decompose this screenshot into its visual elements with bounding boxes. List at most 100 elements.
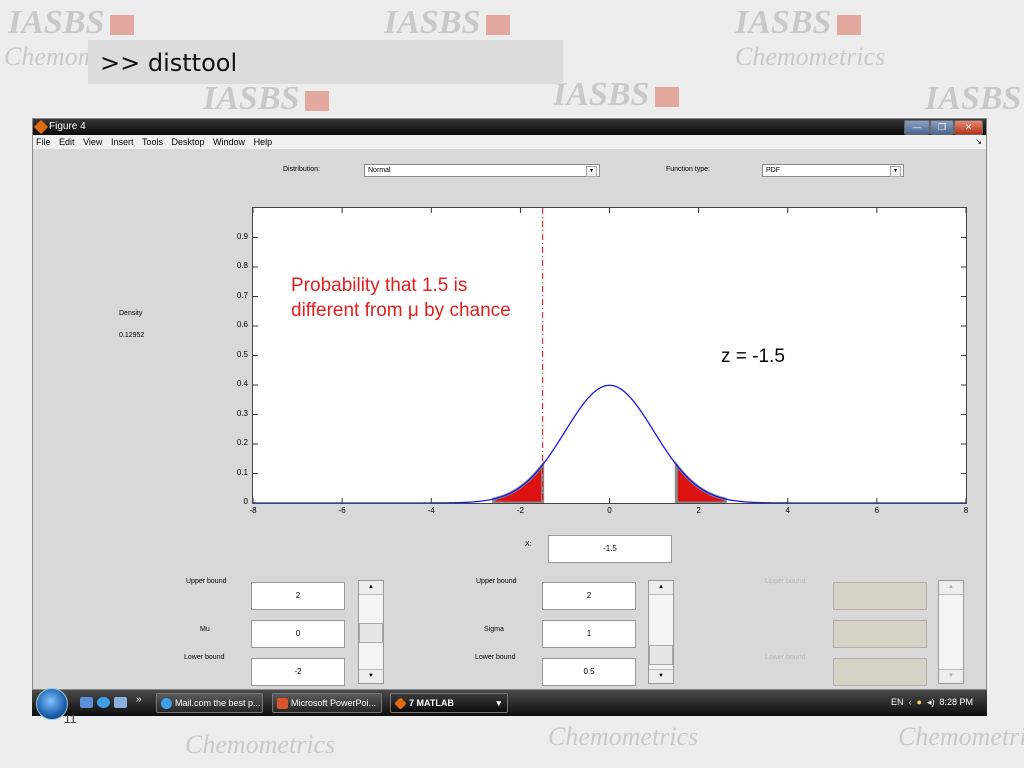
figure-window: Figure 4 — ❐ ✕ File Edit View Insert Too… bbox=[32, 118, 987, 690]
menu-overflow-icon[interactable]: ↘ bbox=[975, 137, 982, 146]
param3-lower-bound-input bbox=[833, 658, 927, 686]
mu-label: Mu bbox=[200, 626, 210, 633]
matlab-icon bbox=[394, 697, 407, 710]
slider-down-arrow-icon[interactable]: ▼ bbox=[359, 669, 383, 683]
density-value: 0.12952 bbox=[119, 332, 145, 339]
x-tick-label: 2 bbox=[696, 506, 701, 515]
distribution-select[interactable]: Normal ▾ bbox=[364, 164, 600, 177]
mu-upper-bound-input[interactable]: 2 bbox=[251, 582, 345, 610]
menu-desktop[interactable]: Desktop bbox=[169, 135, 208, 147]
x-value-input[interactable]: -1.5 bbox=[548, 535, 672, 563]
x-tick-label: -4 bbox=[427, 506, 435, 515]
matlab-icon bbox=[33, 119, 49, 135]
mu-value-input[interactable]: 0 bbox=[251, 620, 345, 648]
watermark-logo: IASBS bbox=[553, 78, 680, 112]
mu-slider[interactable]: ▲ ▼ bbox=[358, 580, 384, 684]
taskbar-item-label: Microsoft PowerPoi... bbox=[291, 698, 377, 708]
mu-lower-bound-input[interactable]: -2 bbox=[251, 658, 345, 686]
menu-bar: File Edit View Insert Tools Desktop Wind… bbox=[33, 135, 986, 149]
y-tick-label: 0.9 bbox=[236, 231, 248, 241]
slider-down-arrow-icon[interactable]: ▼ bbox=[649, 669, 673, 683]
volume-icon[interactable]: ◂) bbox=[924, 697, 937, 707]
menu-insert[interactable]: Insert bbox=[108, 135, 137, 147]
y-tick-label: 0.7 bbox=[236, 290, 248, 300]
probability-annotation: Probability that 1.5 is different from μ… bbox=[291, 273, 511, 323]
y-tick-label: 0.8 bbox=[236, 261, 248, 270]
slider-down-arrow-icon: ▼ bbox=[939, 669, 963, 683]
command-text: >> disttool bbox=[100, 49, 238, 77]
taskbar-item-mail[interactable]: Mail.com the best p... bbox=[156, 693, 263, 713]
distribution-label: Distribution: bbox=[283, 166, 320, 173]
menu-file[interactable]: File bbox=[33, 135, 54, 147]
show-desktop-icon[interactable] bbox=[80, 697, 93, 708]
y-tick-label: 0.1 bbox=[236, 467, 248, 477]
function-type-select[interactable]: PDF ▾ bbox=[762, 164, 904, 177]
slider-thumb[interactable] bbox=[649, 645, 673, 665]
slider-up-arrow-icon: ▲ bbox=[939, 581, 963, 595]
y-tick-label: 0.6 bbox=[236, 320, 248, 329]
close-button[interactable]: ✕ bbox=[954, 120, 983, 135]
taskbar-item-matlab[interactable]: 7 MATLAB ▾ bbox=[390, 693, 508, 713]
network-icon[interactable]: ● bbox=[916, 697, 921, 707]
distribution-value: Normal bbox=[368, 167, 391, 174]
clock[interactable]: 8:28 PM bbox=[939, 697, 973, 707]
x-tick-label: -2 bbox=[516, 506, 524, 515]
menu-help[interactable]: Help bbox=[251, 135, 276, 147]
slider-thumb[interactable] bbox=[359, 623, 383, 643]
function-type-label: Function type: bbox=[666, 166, 710, 173]
menu-edit[interactable]: Edit bbox=[56, 135, 78, 147]
tray-expand-icon[interactable]: ‹ bbox=[906, 697, 914, 707]
param3-upper-bound-label: Upper bound bbox=[765, 578, 806, 585]
y-tick-label: 0.5 bbox=[236, 349, 248, 359]
annotation-line-2: different from μ by chance bbox=[291, 300, 511, 321]
window-title: Figure 4 bbox=[49, 121, 86, 132]
x-tick-label: 8 bbox=[963, 506, 969, 515]
y-tick-label: 0.3 bbox=[236, 408, 248, 418]
watermark-logo: IASBS bbox=[203, 82, 330, 116]
taskbar-item-label: Mail.com the best p... bbox=[175, 698, 261, 708]
watermark-logo: IASBS bbox=[925, 80, 1022, 117]
watermark-logo: IASBS bbox=[8, 6, 135, 40]
menu-view[interactable]: View bbox=[80, 135, 105, 147]
minimize-button[interactable]: — bbox=[904, 120, 930, 135]
pdf-plot[interactable] bbox=[253, 208, 966, 503]
param3-upper-bound-input bbox=[833, 582, 927, 610]
x-tick-label: 6 bbox=[874, 506, 880, 515]
mu-upper-bound-label: Upper bound bbox=[186, 578, 227, 585]
mu-lower-bound-label: Lower bound bbox=[184, 654, 225, 661]
x-tick-label: 4 bbox=[785, 506, 790, 515]
slider-up-arrow-icon[interactable]: ▲ bbox=[649, 581, 673, 595]
y-tick-label: 0.2 bbox=[236, 438, 248, 447]
y-tick-label: 0.4 bbox=[236, 379, 248, 388]
function-type-value: PDF bbox=[766, 167, 780, 174]
internet-explorer-icon[interactable] bbox=[97, 697, 110, 708]
group-dropdown-icon[interactable]: ▾ bbox=[496, 694, 501, 712]
language-indicator[interactable]: EN bbox=[891, 697, 904, 707]
switch-windows-icon[interactable] bbox=[114, 697, 127, 708]
y-tick-label: 0 bbox=[243, 497, 248, 506]
sigma-value-input[interactable]: 1 bbox=[542, 620, 636, 648]
sigma-upper-bound-input[interactable]: 2 bbox=[542, 582, 636, 610]
watermark-logo: IASBS bbox=[735, 6, 862, 40]
sigma-slider[interactable]: ▲ ▼ bbox=[648, 580, 674, 684]
menu-window[interactable]: Window bbox=[210, 135, 248, 147]
taskbar-item-powerpoint[interactable]: Microsoft PowerPoi... bbox=[272, 693, 382, 713]
sigma-lower-bound-input[interactable]: 0.5 bbox=[542, 658, 636, 686]
plot-area[interactable] bbox=[252, 207, 967, 504]
watermark-text: Chemometrics bbox=[548, 722, 699, 751]
x-tick-label: 0 bbox=[607, 506, 612, 515]
z-score-label: z = -1.5 bbox=[721, 346, 785, 367]
maximize-button[interactable]: ❐ bbox=[930, 120, 954, 135]
menu-tools[interactable]: Tools bbox=[139, 135, 166, 147]
watermark-logo: IASBS bbox=[384, 6, 511, 40]
internet-explorer-icon bbox=[161, 698, 172, 709]
x-tick-label: -6 bbox=[338, 506, 346, 515]
window-titlebar[interactable]: Figure 4 — ❐ ✕ bbox=[33, 119, 986, 135]
dropdown-arrow-icon: ▾ bbox=[586, 166, 597, 177]
density-label: Density bbox=[119, 310, 143, 317]
pdf-curve-line bbox=[253, 384, 966, 503]
quicklaunch-chevron-icon[interactable]: » bbox=[136, 694, 142, 705]
watermark-text: Chemometrics bbox=[185, 730, 336, 759]
slider-up-arrow-icon[interactable]: ▲ bbox=[359, 581, 383, 595]
x-input-label: X: bbox=[525, 541, 532, 548]
